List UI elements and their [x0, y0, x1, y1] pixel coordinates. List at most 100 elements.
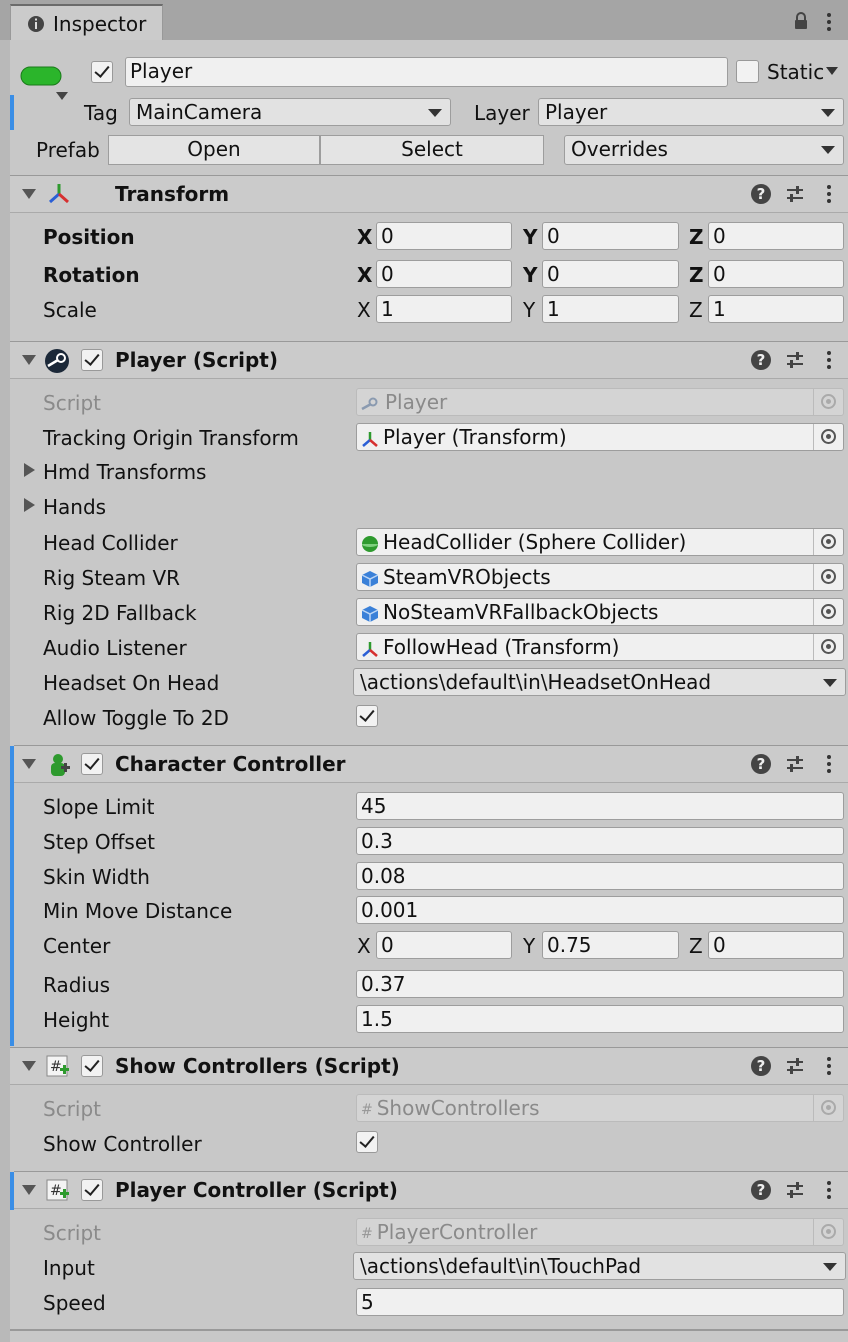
menu-kebab-icon[interactable] — [826, 1057, 832, 1077]
speed-label: Speed — [43, 1291, 106, 1315]
z-axis-label[interactable]: Z — [689, 934, 703, 958]
foldout-arrow-icon[interactable] — [22, 355, 36, 365]
rotation-y-field[interactable]: 0 — [542, 260, 679, 288]
transform-header[interactable]: Transform ? — [10, 175, 848, 213]
tab-inspector[interactable]: Inspector — [10, 4, 163, 40]
character-controller-header[interactable]: Character Controller ? — [14, 745, 848, 783]
static-dropdown-arrow[interactable] — [826, 67, 838, 75]
y-axis-label[interactable]: Y — [523, 934, 535, 958]
y-axis-label[interactable]: Y — [523, 298, 535, 322]
prefab-open-button[interactable]: Open — [108, 135, 320, 165]
hands-foldout-icon[interactable] — [24, 498, 35, 512]
show-controllers-header[interactable]: # Show Controllers (Script) ? — [10, 1047, 848, 1085]
hands-label[interactable]: Hands — [43, 495, 106, 519]
layer-dropdown[interactable]: Player — [538, 98, 844, 126]
x-axis-label[interactable]: X — [357, 934, 371, 958]
gameobject-icon — [20, 66, 62, 86]
scale-z-field[interactable]: 1 — [708, 295, 844, 323]
allow-toggle-2d-checkbox[interactable] — [356, 705, 378, 727]
scale-x-field[interactable]: 1 — [376, 295, 512, 323]
tracking-origin-field[interactable]: Player (Transform) — [356, 423, 844, 451]
y-axis-label[interactable]: Y — [523, 263, 537, 287]
menu-kebab-icon[interactable] — [826, 13, 832, 33]
z-axis-label[interactable]: Z — [689, 263, 704, 287]
presets-sliders-icon[interactable] — [785, 1056, 805, 1076]
object-picker-icon[interactable] — [813, 424, 843, 450]
skin-width-field[interactable]: 0.08 — [356, 862, 844, 890]
show-controller-checkbox[interactable] — [356, 1131, 378, 1153]
object-picker-icon[interactable] — [813, 529, 843, 555]
object-picker-icon[interactable] — [813, 564, 843, 590]
menu-kebab-icon[interactable] — [826, 755, 832, 775]
left-edge — [0, 40, 10, 1342]
help-icon[interactable]: ? — [751, 350, 771, 370]
active-checkbox[interactable] — [91, 61, 113, 83]
menu-kebab-icon[interactable] — [826, 185, 832, 205]
prefab-select-button[interactable]: Select — [320, 135, 544, 165]
menu-kebab-icon[interactable] — [826, 1181, 832, 1201]
prefab-overrides-dropdown[interactable]: Overrides — [564, 135, 844, 165]
presets-sliders-icon[interactable] — [785, 184, 805, 204]
enabled-checkbox[interactable] — [81, 349, 103, 371]
foldout-arrow-icon[interactable] — [22, 1185, 36, 1195]
tag-dropdown[interactable]: MainCamera — [129, 98, 451, 126]
help-icon[interactable]: ? — [751, 1056, 771, 1076]
static-checkbox[interactable] — [736, 60, 759, 83]
center-y-field[interactable]: 0.75 — [542, 931, 679, 959]
y-axis-label[interactable]: Y — [523, 225, 537, 249]
allow-toggle-2d-label: Allow Toggle To 2D — [43, 706, 229, 730]
help-icon[interactable]: ? — [751, 754, 771, 774]
player-script-header[interactable]: Player (Script) ? — [10, 341, 848, 379]
height-field[interactable]: 1.5 — [356, 1005, 844, 1033]
position-y-field[interactable]: 0 — [542, 222, 679, 250]
position-z-field[interactable]: 0 — [708, 222, 844, 250]
chevron-down-icon — [821, 146, 835, 154]
enabled-checkbox[interactable] — [81, 753, 103, 775]
enabled-checkbox[interactable] — [81, 1179, 103, 1201]
transform-axes-icon — [362, 641, 378, 657]
x-axis-label[interactable]: X — [357, 263, 372, 287]
scale-y-field[interactable]: 1 — [542, 295, 679, 323]
help-icon[interactable]: ? — [751, 1180, 771, 1200]
x-axis-label[interactable]: X — [357, 298, 371, 322]
menu-kebab-icon[interactable] — [826, 351, 832, 371]
lock-icon[interactable] — [793, 11, 809, 31]
min-move-distance-field[interactable]: 0.001 — [356, 896, 844, 924]
hmd-transforms-foldout-icon[interactable] — [24, 463, 35, 477]
presets-sliders-icon[interactable] — [785, 350, 805, 370]
center-z-field[interactable]: 0 — [708, 931, 844, 959]
player-controller-header[interactable]: # Player Controller (Script) ? — [14, 1171, 848, 1209]
foldout-arrow-icon[interactable] — [22, 759, 36, 769]
z-axis-label[interactable]: Z — [689, 225, 704, 249]
help-icon[interactable]: ? — [751, 184, 771, 204]
presets-sliders-icon[interactable] — [785, 1180, 805, 1200]
foldout-arrow-icon[interactable] — [22, 189, 36, 199]
rotation-z-field[interactable]: 0 — [708, 260, 844, 288]
rotation-x-field[interactable]: 0 — [376, 260, 512, 288]
hmd-transforms-label[interactable]: Hmd Transforms — [43, 460, 206, 484]
z-axis-label[interactable]: Z — [689, 298, 703, 322]
object-name-field[interactable]: Player — [125, 57, 728, 87]
rig-steamvr-field[interactable]: SteamVRObjects — [356, 563, 844, 591]
foldout-arrow-icon[interactable] — [22, 1061, 36, 1071]
head-collider-field[interactable]: HeadCollider (Sphere Collider) — [356, 528, 844, 556]
input-action-dropdown[interactable]: \actions\default\in\TouchPad — [353, 1252, 846, 1280]
script-field: Player — [356, 388, 844, 416]
layer-label: Layer — [474, 101, 530, 125]
enabled-checkbox[interactable] — [81, 1055, 103, 1077]
speed-field[interactable]: 5 — [356, 1288, 844, 1316]
center-x-field[interactable]: 0 — [376, 931, 512, 959]
object-picker-icon[interactable] — [813, 634, 843, 660]
icon-dropdown-arrow[interactable] — [56, 92, 68, 100]
audio-listener-field[interactable]: FollowHead (Transform) — [356, 633, 844, 661]
presets-sliders-icon[interactable] — [785, 754, 805, 774]
position-x-field[interactable]: 0 — [376, 222, 512, 250]
x-axis-label[interactable]: X — [357, 225, 372, 249]
step-offset-field[interactable]: 0.3 — [356, 827, 844, 855]
rig-2d-fallback-field[interactable]: NoSteamVRFallbackObjects — [356, 598, 844, 626]
object-picker-icon[interactable] — [813, 599, 843, 625]
slope-limit-field[interactable]: 45 — [356, 792, 844, 820]
headset-on-head-dropdown[interactable]: \actions\default\in\HeadsetOnHead — [353, 668, 846, 696]
prefab-label: Prefab — [36, 138, 100, 162]
radius-field[interactable]: 0.37 — [356, 970, 844, 998]
